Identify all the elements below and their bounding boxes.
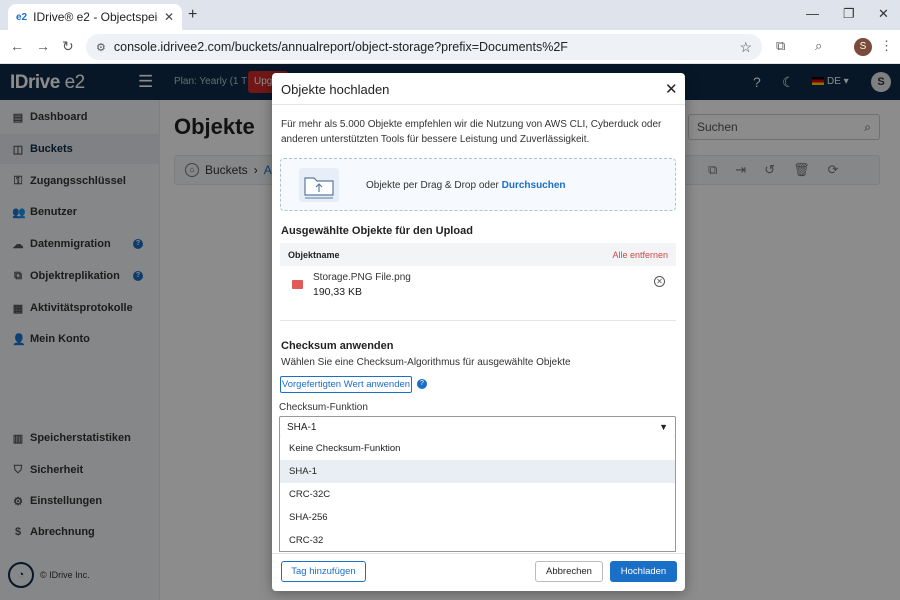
checksum-title: Checksum anwenden — [281, 340, 394, 352]
browser-tab[interactable]: e2 IDrive® e2 - Objectspeicher ✕ — [8, 4, 182, 30]
bookmark-star-icon[interactable]: ☆ — [739, 39, 752, 56]
profile-avatar[interactable]: S — [854, 38, 872, 56]
column-object-name: Objektname — [288, 249, 340, 260]
modal-title: Objekte hochladen — [281, 82, 390, 97]
minimize-icon[interactable]: — — [806, 6, 819, 21]
divider — [280, 320, 676, 321]
forward-icon[interactable]: → — [36, 38, 50, 54]
favicon-icon: e2 — [16, 11, 28, 23]
option-crc32[interactable]: CRC-32 — [280, 529, 675, 552]
close-icon[interactable]: ✕ — [665, 80, 678, 98]
option-sha256[interactable]: SHA-256 — [280, 506, 675, 529]
remove-file-icon[interactable]: ✕ — [654, 276, 665, 287]
extensions-icon[interactable]: ⧉ — [776, 38, 785, 54]
upload-folder-icon — [299, 168, 339, 202]
modal-header: Objekte hochladen ✕ — [272, 73, 685, 105]
upload-modal: Objekte hochladen ✕ Für mehr als 5.000 O… — [272, 73, 685, 591]
close-icon[interactable]: ✕ — [164, 10, 174, 24]
reload-icon[interactable]: ↻ — [62, 38, 74, 55]
file-size: 190,33 KB — [313, 286, 363, 298]
apply-preset-button[interactable]: Vorgefertigten Wert anwenden — [280, 376, 412, 393]
cli-recommendation-text: Für mehr als 5.000 Objekte empfehlen wir… — [281, 119, 662, 145]
add-tag-button[interactable]: Tag hinzufügen — [281, 561, 366, 582]
browse-link[interactable]: Durchsuchen — [502, 180, 566, 191]
window-close-icon[interactable]: ✕ — [878, 6, 889, 22]
cancel-button[interactable]: Abbrechen — [535, 561, 603, 582]
browser-toolbar: ← → ↻ ⚙ console.idrivee2.com/buckets/ann… — [0, 30, 900, 64]
option-crc32c[interactable]: CRC-32C — [280, 483, 675, 506]
caret-down-icon: ▼ — [659, 422, 668, 432]
drop-zone[interactable]: Objekte per Drag & Drop oder Durchsuchen — [280, 158, 676, 211]
checksum-description: Wählen Sie eine Checksum-Algorithmus für… — [281, 357, 571, 368]
file-table: Objektname Alle entfernen Storage.PNG Fi… — [280, 243, 676, 306]
site-settings-icon[interactable]: ⚙ — [96, 41, 106, 54]
checksum-selected-value: SHA-1 — [287, 421, 317, 433]
file-table-header: Objektname Alle entfernen — [280, 243, 676, 266]
tab-title: IDrive® e2 - Objectspeicher — [33, 10, 158, 24]
search-tab-icon[interactable]: ⌕ — [815, 38, 822, 54]
address-bar[interactable]: ⚙ console.idrivee2.com/buckets/annualrep… — [86, 34, 762, 60]
upload-button[interactable]: Hochladen — [610, 561, 677, 582]
remove-all-link[interactable]: Alle entfernen — [612, 250, 668, 260]
option-sha1[interactable]: SHA-1 — [280, 460, 675, 483]
file-name: Storage.PNG File.png — [313, 272, 411, 283]
url-text: console.idrivee2.com/buckets/annualrepor… — [113, 40, 568, 54]
option-none[interactable]: Keine Checksum-Funktion — [280, 437, 675, 460]
selected-objects-title: Ausgewählte Objekte für den Upload — [281, 225, 473, 237]
browser-tabbar: e2 IDrive® e2 - Objectspeicher ✕ + — ❐ ✕ — [0, 0, 900, 30]
new-tab-icon[interactable]: + — [188, 6, 197, 24]
checksum-function-label: Checksum-Funktion — [279, 402, 368, 413]
modal-footer: Tag hinzufügen Abbrechen Hochladen — [272, 553, 685, 591]
image-file-icon — [292, 280, 303, 289]
drop-text: Objekte per Drag & Drop oder Durchsuchen — [366, 180, 566, 191]
menu-dots-icon[interactable]: ⋮ — [880, 38, 893, 54]
table-row: Storage.PNG File.png 190,33 KB ✕ — [280, 266, 676, 306]
restore-icon[interactable]: ❐ — [843, 6, 855, 22]
back-icon[interactable]: ← — [10, 38, 24, 54]
checksum-select[interactable]: SHA-1 ▼ — [279, 416, 676, 438]
checksum-options-list: Keine Checksum-Funktion SHA-1 CRC-32C SH… — [279, 437, 676, 552]
help-icon[interactable]: ? — [417, 379, 427, 389]
